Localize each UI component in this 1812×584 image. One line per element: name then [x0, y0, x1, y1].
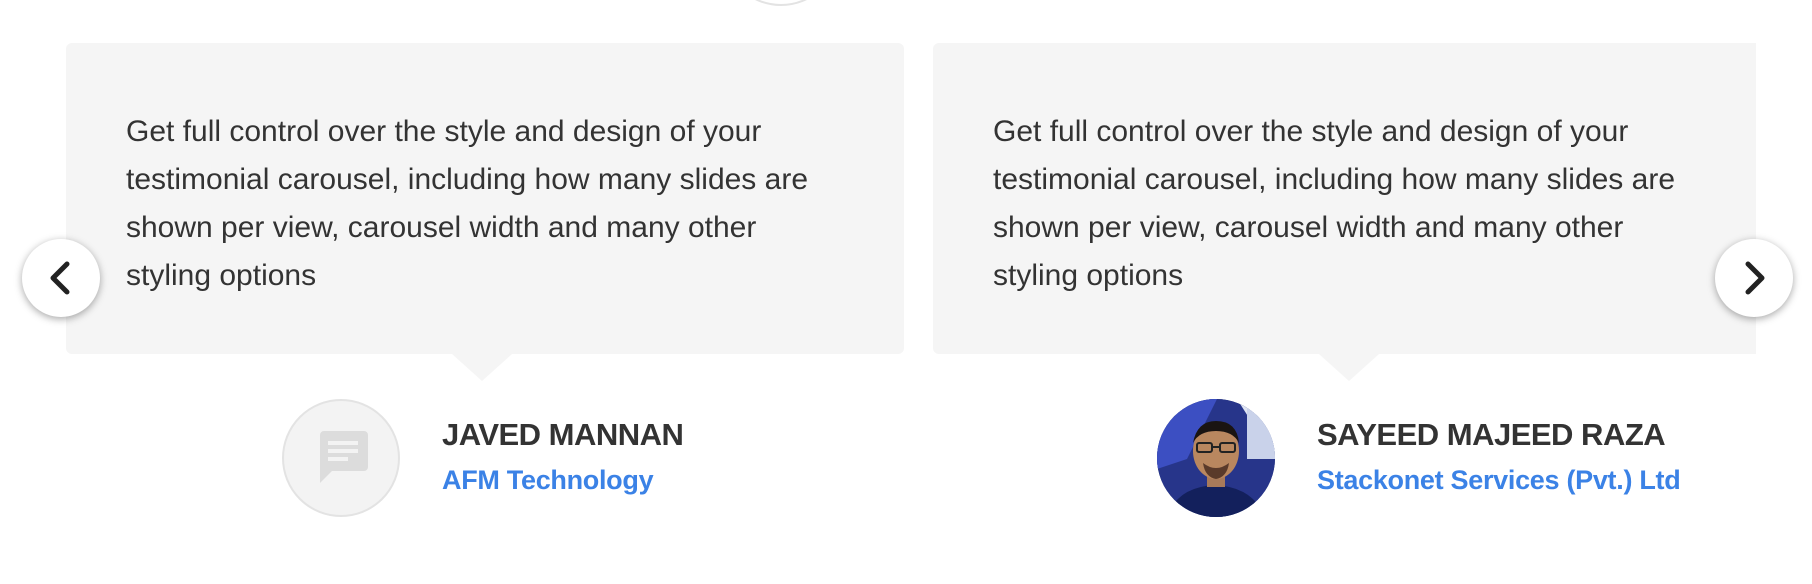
- testimonial-quote: Get full control over the style and desi…: [126, 115, 809, 292]
- chevron-right-icon: [1745, 261, 1765, 295]
- avatar-photo: [1157, 399, 1275, 517]
- next-slide-button[interactable]: [1715, 239, 1793, 317]
- avatar: [282, 399, 400, 517]
- previous-slide-button[interactable]: [22, 239, 100, 317]
- author-company-link[interactable]: Stackonet Services (Pvt.) Ltd: [1317, 465, 1681, 496]
- profile-photo-icon: [1157, 399, 1275, 517]
- chat-bubble-icon: [320, 431, 368, 483]
- testimonial-slide: Get full control over the style and desi…: [933, 43, 1756, 517]
- author-company-link[interactable]: AFM Technology: [442, 465, 654, 496]
- author-name: JAVED MANNAN: [442, 417, 684, 452]
- testimonial-quote: Get full control over the style and desi…: [993, 115, 1676, 292]
- testimonial-bubble: Get full control over the style and desi…: [933, 43, 1756, 381]
- testimonial-slide: Get full control over the style and desi…: [66, 43, 904, 517]
- testimonial-bubble: Get full control over the style and desi…: [66, 43, 904, 381]
- author-name: SAYEED MAJEED RAZA: [1317, 417, 1666, 452]
- chevron-left-icon: [50, 261, 70, 295]
- testimonial-carousel: Get full control over the style and desi…: [66, 0, 1756, 584]
